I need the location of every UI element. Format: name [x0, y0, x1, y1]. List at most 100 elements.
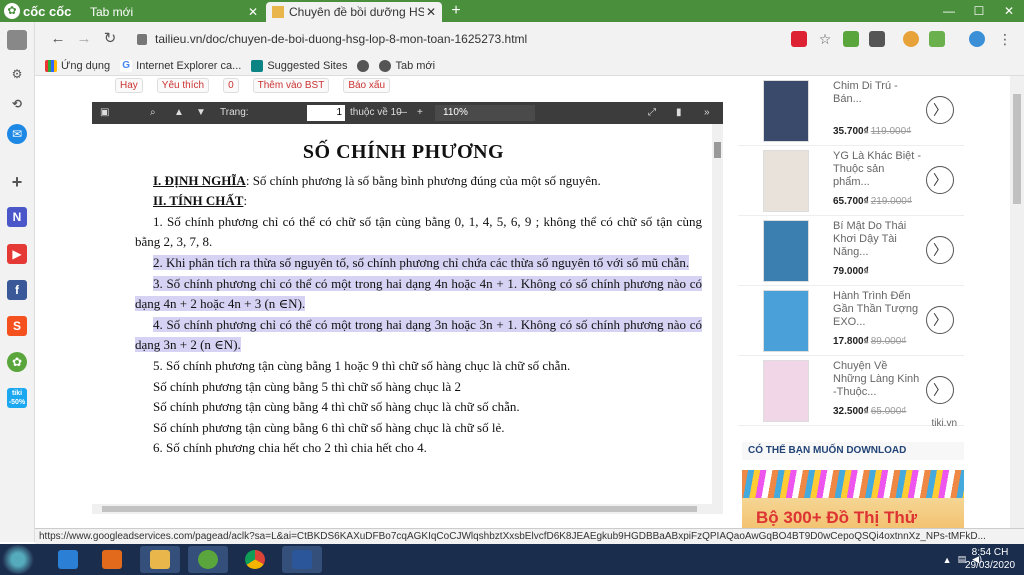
system-clock[interactable]: 8:54 CH 29/03/2020 — [964, 546, 1016, 572]
chevron-right-icon[interactable]: 〉 — [926, 376, 954, 404]
page-label: Trang: — [220, 107, 249, 118]
pdf-page: SỐ CHÍNH PHƯƠNG I. ĐỊNH NGHĨA: Số chính … — [92, 124, 712, 504]
translate-icon[interactable] — [969, 31, 985, 47]
product-card[interactable]: Hành Trình Đến Gần Thần Tượng EXO... 17.… — [738, 286, 964, 356]
download-banner[interactable]: Bộ 300+ Đồ Thị Thử — [742, 470, 964, 531]
maximize-button[interactable]: ☐ — [964, 0, 994, 22]
taskbar-app-explorer[interactable] — [140, 546, 180, 573]
chevron-right-icon[interactable]: 〉 — [926, 236, 954, 264]
add-to-collection-button[interactable]: Thêm vào BST — [252, 78, 330, 93]
taskbar-app-media[interactable] — [92, 546, 132, 573]
address-bar[interactable]: tailieu.vn/doc/chuyen-de-boi-duong-hsg-l… — [131, 27, 791, 51]
like-button[interactable]: Hay — [115, 78, 143, 93]
notion-icon[interactable]: N — [7, 207, 27, 227]
scrollbar-thumb[interactable] — [1013, 94, 1021, 204]
menu-icon[interactable]: ⋮ — [997, 31, 1013, 47]
price-old: 65.000₫ — [870, 406, 907, 417]
coccoc-icon[interactable]: ✿ — [7, 352, 27, 372]
tab-active-document[interactable]: Chuyên đề bồi dưỡng HSG lớp 8 ✕ — [266, 2, 442, 22]
download-heading: CÓ THỂ BẠN MUỐN DOWNLOAD — [742, 442, 964, 460]
chevron-right-icon[interactable]: 〉 — [926, 96, 954, 124]
download-icon[interactable] — [869, 31, 885, 47]
zoom-select[interactable]: 110% — [435, 105, 535, 121]
add-icon[interactable]: + — [7, 172, 27, 192]
tray-expand-icon[interactable]: ▲ — [943, 555, 952, 565]
fullscreen-icon[interactable]: ⤢ — [648, 107, 656, 119]
clock-date: 29/03/2020 — [964, 560, 1016, 571]
product-card[interactable]: YG Là Khác Biệt -Thuộc sản phẩm... 65.70… — [738, 146, 964, 216]
definition-label: I. ĐỊNH NGHĨA — [153, 172, 246, 188]
bookmark-star-icon[interactable]: ☆ — [817, 31, 833, 47]
price-current: 32.500₫ — [833, 406, 869, 417]
tab-close-icon[interactable]: ✕ — [248, 5, 258, 19]
taskbar-app-coccoc[interactable] — [188, 546, 228, 573]
taskbar-app-chrome[interactable] — [235, 546, 275, 573]
settings-icon[interactable]: ⚙ — [7, 64, 27, 84]
messenger-icon[interactable]: ✉ — [7, 124, 27, 144]
new-tab-button[interactable]: + — [447, 2, 465, 20]
close-window-button[interactable]: ✕ — [994, 0, 1024, 22]
start-button[interactable] — [2, 545, 34, 574]
facebook-icon[interactable]: f — [7, 280, 27, 300]
product-name: YG Là Khác Biệt -Thuộc sản phẩm... — [833, 150, 922, 188]
file-explorer-icon — [150, 550, 170, 569]
page-up-icon[interactable]: ▲ — [174, 107, 184, 119]
windows-taskbar: ▲ ▤ ◀) 8:54 CH 29/03/2020 — [0, 544, 1024, 575]
word-icon — [292, 550, 312, 569]
shopee-icon[interactable]: S — [7, 316, 27, 336]
android-icon[interactable] — [929, 31, 945, 47]
back-icon[interactable]: ← — [49, 30, 67, 48]
bookmark-ie[interactable]: G Internet Explorer ca... — [120, 59, 241, 72]
product-name: Bí Mật Do Thái Khơi Dậy Tài Năng... — [833, 220, 907, 258]
scrollbar-thumb[interactable] — [102, 506, 697, 512]
more-tools-icon[interactable]: » — [704, 107, 710, 119]
product-card[interactable]: Bí Mật Do Thái Khơi Dậy Tài Năng... 79.0… — [738, 216, 964, 286]
page-down-icon[interactable]: ▼ — [196, 107, 206, 119]
property-2: 2. Khi phân tích ra thừa số nguyên tố, s… — [135, 253, 702, 274]
tab-title: Tab mới — [90, 5, 134, 19]
browser-tab-bar: ✿ cốc cốc Tab mới ✕ Chuyên đề bồi dưỡng … — [0, 0, 1024, 22]
minimize-button[interactable]: — — [934, 0, 964, 22]
taskbar-app-ie[interactable] — [48, 546, 88, 573]
reload-icon[interactable]: ↻ — [101, 30, 119, 48]
favorite-button[interactable]: Yêu thích — [156, 78, 210, 93]
coccoc-brand[interactable]: ✿ cốc cốc — [4, 2, 71, 20]
tiki-link[interactable]: tiki.vn — [931, 418, 957, 429]
price-current: 79.000₫ — [833, 266, 869, 277]
bookmark-globe[interactable] — [357, 59, 370, 72]
forward-icon[interactable]: → — [75, 30, 93, 48]
panel-icon[interactable] — [7, 30, 27, 50]
scrollbar-thumb[interactable] — [714, 142, 721, 158]
report-button[interactable]: Báo xấu — [343, 78, 391, 93]
tab-new-tab[interactable]: Tab mới ✕ — [84, 2, 264, 22]
search-icon[interactable]: ⌕ — [150, 107, 156, 119]
banner-pencils-image — [742, 470, 964, 498]
chevron-right-icon[interactable]: 〉 — [926, 306, 954, 334]
bookmark-suggested-sites[interactable]: Suggested Sites — [251, 59, 347, 72]
pdf-horizontal-scrollbar[interactable] — [92, 504, 712, 514]
product-card[interactable]: Chuyện Về Những Làng Kinh -Thuộc... 32.5… — [738, 356, 964, 426]
apps-grid-icon — [45, 59, 57, 72]
pdf-vertical-scrollbar[interactable] — [712, 124, 723, 514]
extension-icon[interactable] — [843, 31, 859, 47]
zoom-out-icon[interactable]: — — [397, 107, 407, 119]
tiki-icon[interactable]: tiki -50% — [7, 388, 27, 408]
taskbar-app-word[interactable] — [282, 546, 322, 573]
history-icon[interactable]: ⟲ — [7, 94, 27, 114]
page-number-input[interactable]: 1 — [307, 105, 345, 121]
bookmark-icon[interactable]: ▮ — [676, 107, 682, 119]
pdf-viewport[interactable]: SỐ CHÍNH PHƯƠNG I. ĐỊNH NGHĨA: Số chính … — [92, 124, 723, 514]
zoom-in-icon[interactable]: + — [417, 107, 423, 119]
bing-icon — [251, 59, 264, 72]
chevron-right-icon[interactable]: 〉 — [926, 166, 954, 194]
product-name: Chim Di Trú - Bán... — [833, 80, 898, 105]
shield-extension-icon[interactable] — [791, 31, 807, 47]
product-card[interactable]: Chim Di Trú - Bán... 35.700₫ 119.000₫ 〉 — [738, 76, 964, 146]
bookmark-new-tab[interactable]: Tab mới — [379, 59, 435, 72]
tab-close-icon[interactable]: ✕ — [426, 5, 436, 19]
bookmark-apps[interactable]: Ứng dụng — [45, 59, 110, 72]
page-scrollbar[interactable] — [1010, 76, 1024, 531]
sidebar-toggle-icon[interactable]: ▣ — [100, 107, 109, 119]
youtube-icon[interactable]: ▶ — [7, 244, 27, 264]
coccoc-rewards-icon[interactable] — [903, 31, 919, 47]
